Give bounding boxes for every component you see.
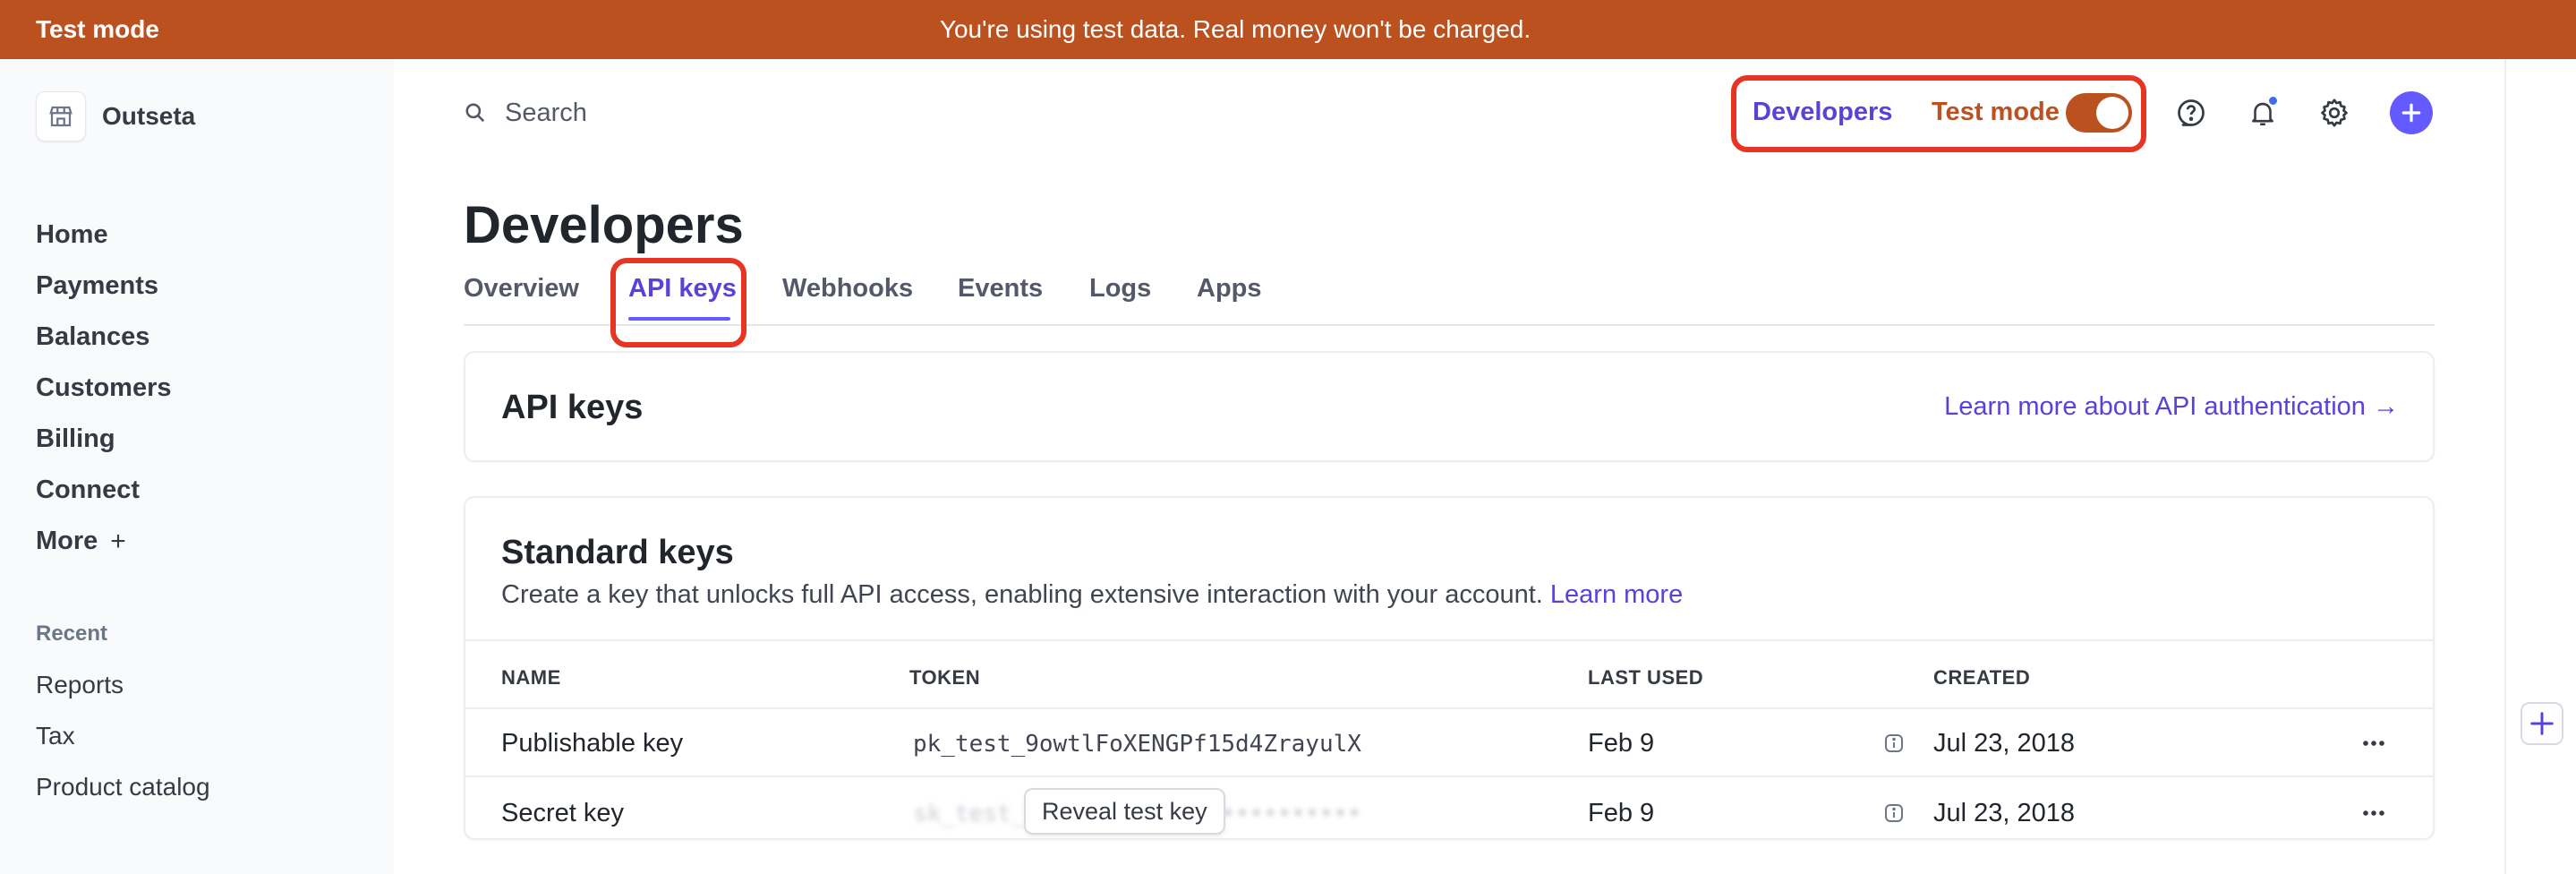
column-header-token: TOKEN <box>909 666 981 689</box>
table-row: Secret key sk_test_•••••••••••••••••••••… <box>465 779 2433 847</box>
tab-bar: Overview API keys Webhooks Events Logs A… <box>464 274 2435 326</box>
api-keys-card: API keys Learn more about API authentica… <box>464 351 2435 462</box>
recent-item-tax[interactable]: Tax <box>36 710 210 761</box>
test-mode-toggle[interactable] <box>2066 93 2132 133</box>
search-input[interactable]: Search <box>464 93 587 133</box>
key-name: Secret key <box>501 799 624 827</box>
banner-message: You're using test data. Real money won't… <box>939 15 1531 43</box>
info-icon[interactable] <box>1883 802 1905 824</box>
table-header: NAME TOKEN LAST USED CREATED <box>465 639 2433 709</box>
add-panel-button[interactable] <box>2521 702 2563 745</box>
tab-events[interactable]: Events <box>958 274 1043 304</box>
nav-label: Customers <box>36 373 172 402</box>
more-icon[interactable] <box>2358 801 2390 826</box>
nav-item-home[interactable]: Home <box>36 210 172 261</box>
tab-overview[interactable]: Overview <box>464 274 579 304</box>
key-last-used: Feb 9 <box>1588 799 1655 827</box>
key-name: Publishable key <box>501 729 684 758</box>
api-auth-link[interactable]: Learn more about API authentication → <box>1944 392 2399 422</box>
key-token[interactable]: pk_test_9owtlFoXENGPf15d4ZrayulX <box>913 731 1361 758</box>
column-header-name: NAME <box>501 666 561 689</box>
plus-icon <box>2530 712 2554 735</box>
recent-heading: Recent <box>36 621 108 646</box>
nav-label: Payments <box>36 271 159 300</box>
search-placeholder: Search <box>505 98 587 127</box>
create-button[interactable] <box>2390 91 2433 134</box>
reveal-test-key-button[interactable]: Reveal test key <box>1024 788 1225 835</box>
nav-item-payments[interactable]: Payments <box>36 261 172 312</box>
nav-item-customers[interactable]: Customers <box>36 363 172 414</box>
info-icon[interactable] <box>1883 733 1905 754</box>
recent-item-product-catalog[interactable]: Product catalog <box>36 761 210 812</box>
more-icon[interactable] <box>2358 731 2390 756</box>
highlight-box-tab <box>610 258 746 347</box>
nav-label: Home <box>36 220 108 249</box>
nav-item-connect[interactable]: Connect <box>36 465 172 516</box>
description-text: Create a key that unlocks full API acces… <box>501 580 1543 609</box>
standard-keys-title: Standard keys <box>501 534 734 571</box>
api-keys-title: API keys <box>501 389 644 426</box>
page-title: Developers <box>464 196 744 254</box>
recent-label: Tax <box>36 721 75 750</box>
table-row: Publishable key pk_test_9owtlFoXENGPf15d… <box>465 709 2433 777</box>
key-created: Jul 23, 2018 <box>1933 799 2076 827</box>
standard-keys-description: Create a key that unlocks full API acces… <box>501 580 1683 610</box>
nav-label: More <box>36 527 98 555</box>
store-icon <box>36 91 86 141</box>
notification-dot <box>2267 95 2279 107</box>
recent-label: Reports <box>36 670 124 698</box>
developers-link[interactable]: Developers <box>1753 98 1892 127</box>
column-header-created: CREATED <box>1933 666 2031 689</box>
main-nav: Home Payments Balances Customers Billing… <box>36 210 172 567</box>
help-icon[interactable] <box>2171 93 2211 133</box>
nav-label: Connect <box>36 476 140 504</box>
nav-item-billing[interactable]: Billing <box>36 414 172 465</box>
test-mode-label: Test mode <box>1932 98 2060 126</box>
standard-keys-card: Standard keys Create a key that unlocks … <box>464 496 2435 840</box>
key-last-used: Feb 9 <box>1588 729 1655 758</box>
toggle-knob <box>2096 97 2128 129</box>
nav-item-balances[interactable]: Balances <box>36 312 172 363</box>
learn-more-link[interactable]: Learn more <box>1550 580 1683 609</box>
tab-logs[interactable]: Logs <box>1089 274 1151 304</box>
right-panel-divider <box>2504 59 2506 874</box>
column-header-last-used: LAST USED <box>1588 666 1704 689</box>
recent-nav: Reports Tax Product catalog <box>36 659 210 812</box>
search-icon <box>465 103 485 123</box>
plus-icon <box>2401 103 2421 123</box>
key-created: Jul 23, 2018 <box>1933 729 2076 758</box>
recent-item-reports[interactable]: Reports <box>36 659 210 710</box>
nav-label: Billing <box>36 424 115 453</box>
account-switcher[interactable]: Outseta <box>36 91 195 141</box>
sidebar: Outseta Home Payments Balances Customers… <box>0 59 394 874</box>
nav-label: Balances <box>36 322 150 351</box>
nav-item-more[interactable]: More + <box>36 516 172 567</box>
plus-icon: + <box>110 526 126 556</box>
test-mode-banner: Test mode You're using test data. Real m… <box>0 0 2576 59</box>
account-name: Outseta <box>102 102 196 130</box>
gear-icon[interactable] <box>2315 93 2354 133</box>
bell-icon[interactable] <box>2243 93 2282 133</box>
tab-apps[interactable]: Apps <box>1197 274 1262 304</box>
recent-label: Product catalog <box>36 772 210 801</box>
tab-webhooks[interactable]: Webhooks <box>782 274 913 304</box>
